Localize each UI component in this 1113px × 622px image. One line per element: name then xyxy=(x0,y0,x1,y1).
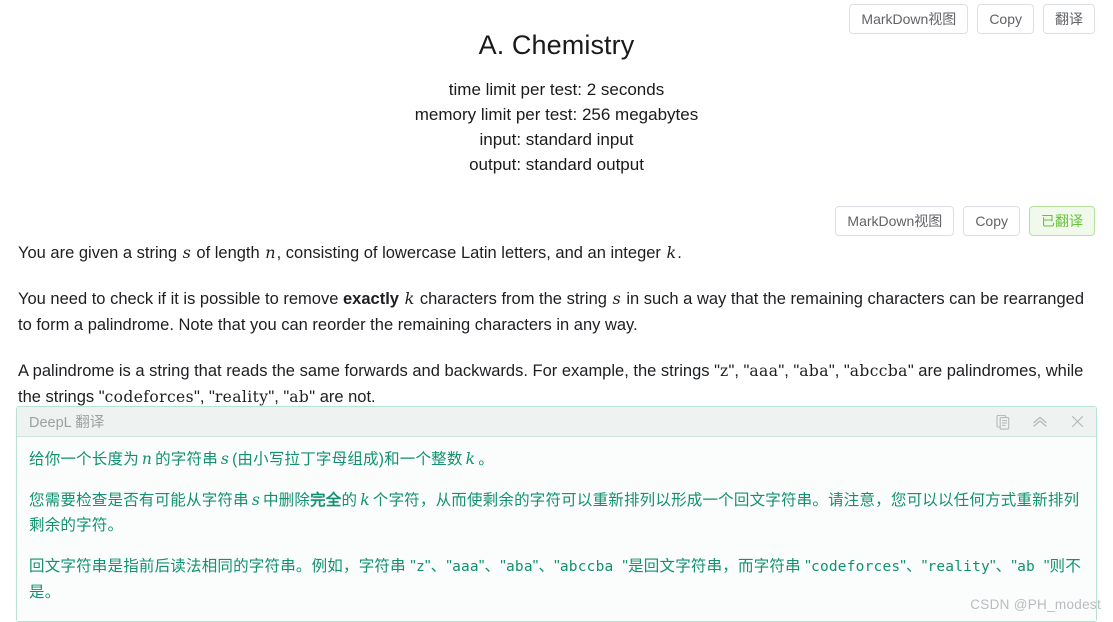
math-variable-k: k xyxy=(666,243,677,262)
text-run: "、" xyxy=(424,558,453,575)
statement-paragraph-1: You are given a string s of length n, co… xyxy=(18,240,1096,266)
statement-paragraph-2: You need to check if it is possible to r… xyxy=(18,286,1096,338)
code-string: abccba xyxy=(849,362,908,380)
text-run: 您需要检查是否有可能从字符串 xyxy=(29,492,249,509)
statement-paragraph-3: A palindrome is a string that reads the … xyxy=(18,358,1096,410)
translation-paragraph-3: 回文字符串是指前后读法相同的字符串。例如，字符串 "z"、"aaa"、"aba"… xyxy=(29,554,1084,605)
code-string: ab xyxy=(289,388,310,406)
text-run: ", " xyxy=(268,388,290,406)
time-limit-text: time limit per test: 2 seconds xyxy=(448,80,665,99)
statement-markdown-view-button[interactable]: MarkDown视图 xyxy=(835,206,955,236)
text-run: 回文字符串是指前后读法相同的字符串。例如，字符串 " xyxy=(29,558,417,575)
text-run: ", " xyxy=(193,388,215,406)
text-run: 给你一个长度为 xyxy=(29,451,139,468)
problem-statement: You are given a string s of length n, co… xyxy=(18,240,1096,430)
code-string: reality xyxy=(927,559,990,575)
deepl-translation-panel: DeepL 翻译 给你一个长度为 n 的字符串 s (由小写拉丁字母组成)和一个… xyxy=(16,406,1097,622)
text-run: ", " xyxy=(728,362,750,380)
page-title: A. Chemistry xyxy=(478,30,635,60)
deepl-panel-header: DeepL 翻译 xyxy=(17,407,1096,437)
deepl-panel-title: DeepL 翻译 xyxy=(29,415,105,431)
code-string: aaa xyxy=(749,362,779,380)
text-run: You need to check if it is possible to r… xyxy=(18,290,343,308)
text-run: characters from the string xyxy=(415,290,612,308)
deepl-panel-body: 给你一个长度为 n 的字符串 s (由小写拉丁字母组成)和一个整数 k。 您需要检查是否有… xyxy=(17,437,1096,621)
close-icon[interactable] xyxy=(1068,413,1086,431)
math-variable-k: k xyxy=(360,491,370,509)
chevron-up-icon[interactable] xyxy=(1031,413,1049,431)
text-run: ", " xyxy=(778,362,800,380)
text-run: . xyxy=(677,244,682,262)
code-string: aba xyxy=(505,559,533,575)
text-run xyxy=(399,290,404,308)
math-variable-n: n xyxy=(141,450,153,468)
statement-toolbar: MarkDown视图 Copy 已翻译 xyxy=(0,206,1113,236)
math-variable-n: n xyxy=(265,243,276,262)
math-variable-s: s xyxy=(220,450,230,468)
text-run: "、" xyxy=(989,558,1018,575)
emphasis-exactly-zh: 完全 xyxy=(310,492,342,509)
statement-copy-button[interactable]: Copy xyxy=(963,206,1020,236)
math-variable-k: k xyxy=(465,450,476,468)
code-string: codeforces xyxy=(811,559,901,575)
code-string: z xyxy=(416,559,425,575)
math-variable-s: s xyxy=(182,243,191,262)
memory-limit-text: memory limit per test: 256 megabytes xyxy=(414,105,699,124)
text-run: of length xyxy=(191,244,265,262)
input-spec-text: input: standard input xyxy=(479,130,634,149)
text-run: ", " xyxy=(828,362,850,380)
code-string: aaa xyxy=(452,559,479,575)
math-variable-s: s xyxy=(251,491,260,509)
text-run: "是回文字符串，而字符串 " xyxy=(622,558,812,575)
text-run: 。 xyxy=(478,451,494,468)
output-spec-text: output: standard output xyxy=(469,155,644,174)
translation-paragraph-2: 您需要检查是否有可能从字符串 s 中删除完全的 k 个字符，从而使剩余的字符可以重新排列… xyxy=(29,488,1084,538)
emphasis-exactly: exactly xyxy=(343,290,399,308)
code-string: reality xyxy=(214,388,269,406)
translation-paragraph-1: 给你一个长度为 n 的字符串 s (由小写拉丁字母组成)和一个整数 k。 xyxy=(29,447,1084,472)
deepl-panel-actions xyxy=(994,413,1086,431)
text-run: (由小写拉丁字母组成)和一个整数 xyxy=(232,451,463,468)
problem-header: A. Chemistry time limit per test: 2 seco… xyxy=(0,30,1113,177)
code-string: aba xyxy=(799,362,829,380)
text-run: 的 xyxy=(341,492,358,509)
code-string: z xyxy=(719,362,729,380)
math-variable-k: k xyxy=(404,289,415,308)
text-run: , consisting of lowercase Latin letters,… xyxy=(276,244,666,262)
math-variable-s: s xyxy=(612,289,621,308)
text-run: 中删除 xyxy=(262,492,311,509)
text-run: You are given a string xyxy=(18,244,182,262)
csdn-watermark: CSDN @PH_modest xyxy=(970,597,1101,612)
code-string: codeforces xyxy=(104,388,194,406)
text-run: 的字符串 xyxy=(155,451,218,468)
text-run: " are not. xyxy=(309,388,376,406)
code-string: abccba xyxy=(559,559,623,575)
text-run: A palindrome is a string that reads the … xyxy=(18,362,720,380)
text-run: "、" xyxy=(478,558,506,575)
text-run: "、" xyxy=(900,558,928,575)
code-string: ab xyxy=(1017,559,1044,575)
translated-status-button[interactable]: 已翻译 xyxy=(1029,206,1095,236)
copy-icon[interactable] xyxy=(994,413,1012,431)
text-run: "、" xyxy=(532,558,560,575)
